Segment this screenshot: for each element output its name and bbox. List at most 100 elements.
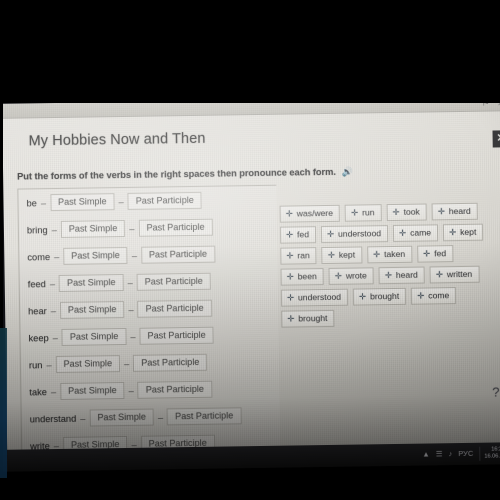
verb-dash: – [50,305,56,316]
word-bank-chip[interactable]: ✛ wrote [328,267,374,285]
past-participle-dropzone[interactable]: Past Participle [136,272,211,291]
photo-letterbox-top [0,0,500,103]
speaker-icon[interactable]: 🔊 [342,166,353,176]
drag-handle-icon[interactable]: ✛ [286,229,293,239]
chip-label: taken [384,248,406,260]
verb-row: feed – Past Simple – Past Participle [20,267,278,298]
drag-handle-icon[interactable]: ✛ [438,206,445,216]
verb-dash: – [40,197,47,208]
drag-handle-icon[interactable]: ✛ [359,291,366,301]
chip-label: brought [298,312,328,324]
past-participle-dropzone[interactable]: Past Participle [127,191,202,210]
past-simple-dropzone[interactable]: Past Simple [59,382,125,400]
word-bank-chip[interactable]: ✛ ran [280,247,317,265]
verb-label: hear [28,305,47,316]
past-participle-dropzone[interactable]: Past Participle [137,380,213,399]
word-bank-chip[interactable]: ✛ understood [280,288,349,307]
chip-label: understood [337,228,382,239]
drag-handle-icon[interactable]: ✛ [286,250,293,260]
chip-label: brought [369,290,400,302]
drag-handle-icon[interactable]: ✛ [392,207,399,217]
chip-label: heard [395,269,418,280]
word-bank-chip[interactable]: ✛ brought [352,287,407,306]
clock-date: 16.06.2021 [484,453,500,460]
past-participle-dropzone[interactable]: Past Participle [133,353,208,372]
drag-handle-icon[interactable]: ✛ [287,313,294,323]
past-simple-dropzone[interactable]: Past Simple [58,274,124,292]
verb-row: hear – Past Simple – Past Participle [20,294,278,325]
verb-dash: – [53,251,60,262]
verb-label: come [27,251,51,262]
past-simple-dropzone[interactable]: Past Simple [89,408,155,427]
past-participle-dropzone[interactable]: Past Participle [167,407,242,426]
verb-dash: – [118,196,124,207]
drag-handle-icon[interactable]: ✛ [286,208,293,218]
word-bank-chip[interactable]: ✛ been [280,268,324,286]
word-bank-chip[interactable]: ✛ took [386,203,427,222]
drag-handle-icon[interactable]: ✛ [351,207,358,217]
chip-label: understood [297,291,342,303]
chip-label: been [297,271,317,282]
past-simple-dropzone[interactable]: Past Simple [60,219,126,238]
drag-handle-icon[interactable]: ✛ [385,270,392,280]
photo-edge-teal-glow [0,328,7,478]
past-simple-dropzone[interactable]: Past Simple [55,355,121,374]
past-participle-dropzone[interactable]: Past Participle [139,326,214,345]
word-bank-chip[interactable]: ✛ heard [431,202,478,221]
word-bank-chip[interactable]: ✛ fed [279,226,317,244]
drag-handle-icon[interactable]: ✛ [328,250,335,260]
chip-label: took [403,206,420,217]
drag-handle-icon[interactable]: ✛ [399,228,406,238]
word-bank-chip[interactable]: ✛ brought [281,309,335,328]
volume-icon[interactable]: ♪ [448,449,452,458]
verb-row: come – Past Simple – Past Participle [19,240,277,271]
verb-row: take – Past Simple – Past Participle [21,375,279,406]
past-participle-dropzone[interactable]: Past Participle [138,218,213,237]
chip-label: kept [338,249,356,260]
drag-handle-icon[interactable]: ✛ [449,227,456,237]
drag-handle-icon[interactable]: ✛ [423,248,430,258]
word-bank-chip[interactable]: ✛ kept [321,246,363,265]
drag-handle-icon[interactable]: ✛ [287,292,294,302]
past-participle-dropzone[interactable]: Past Participle [137,299,212,318]
past-participle-dropzone[interactable]: Past Participle [140,245,216,264]
past-simple-dropzone[interactable]: Past Simple [59,301,125,319]
word-bank-chip[interactable]: ✛ understood [320,225,389,244]
drag-handle-icon[interactable]: ✛ [335,271,342,281]
word-bank-chip[interactable]: ✛ come [411,287,457,305]
word-bank-chip[interactable]: ✛ written [429,265,480,284]
word-bank: ✛ was/were ✛ run ✛ took ✛ heard ✛ fed ✛ understood ✛… [279,202,496,328]
verb-dash: – [52,332,58,343]
past-simple-dropzone[interactable]: Past Simple [61,327,127,346]
input-language-indicator[interactable]: РУС [458,449,473,458]
word-bank-chip[interactable]: ✛ came [392,224,439,243]
verb-label: bring [26,224,48,235]
instruction-row: Put the forms of the verbs in the right … [17,166,353,181]
word-bank-chip[interactable]: ✛ taken [366,245,413,264]
verb-dash: – [46,359,52,370]
word-bank-chip[interactable]: ✛ fed [417,245,454,263]
chip-label: written [446,268,473,280]
verb-row: bring – Past Simple – Past Participle [19,213,277,244]
drag-handle-icon[interactable]: ✛ [417,290,424,300]
past-simple-dropzone[interactable]: Past Simple [49,193,115,212]
taskbar-clock[interactable]: 16:21 16.06.2021 [479,446,500,461]
close-icon[interactable]: ✕ [492,130,500,148]
word-bank-chip[interactable]: ✛ run [344,204,382,222]
verb-row: keep – Past Simple – Past Participle [20,321,278,352]
chip-label: heard [448,205,471,217]
word-bank-chip[interactable]: ✛ heard [378,266,425,285]
drag-handle-icon[interactable]: ✛ [436,269,443,279]
drag-handle-icon[interactable]: ✛ [287,271,294,281]
chevron-up-icon[interactable]: ▲ [422,450,430,459]
verb-dash: – [50,386,57,397]
word-bank-chip[interactable]: ✛ kept [442,223,484,242]
verb-dash: – [123,358,130,369]
photo-letterbox-bottom [0,478,500,500]
past-simple-dropzone[interactable]: Past Simple [63,246,128,265]
network-icon[interactable]: ☰ [436,450,443,459]
help-button[interactable]: ? [487,383,500,400]
drag-handle-icon[interactable]: ✛ [327,229,334,239]
drag-handle-icon[interactable]: ✛ [373,249,380,259]
word-bank-chip[interactable]: ✛ was/were [279,204,341,223]
